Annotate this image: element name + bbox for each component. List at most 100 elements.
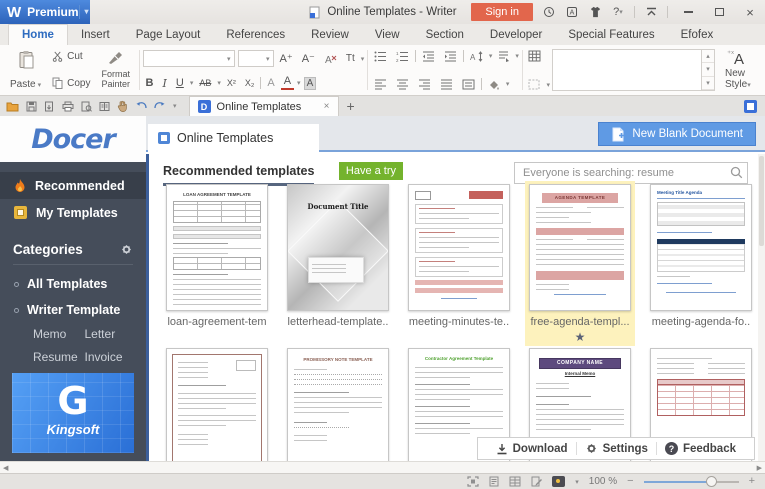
zoom-slider-handle[interactable] [706, 476, 717, 487]
print-icon[interactable] [62, 101, 74, 112]
section-tab-recommended-templates[interactable]: Recommended templates [163, 164, 314, 186]
distribute-button[interactable] [459, 79, 478, 90]
help-icon[interactable]: ?▾ [611, 5, 625, 19]
template-card-letterhead[interactable]: Document Title letterhead-template.. [283, 184, 393, 346]
sidebar-item-my-templates[interactable]: My Templates [0, 199, 146, 226]
template-thumbnail[interactable] [166, 348, 268, 461]
decrease-indent-button[interactable] [419, 51, 438, 62]
template-card-free-agenda[interactable]: AGENDA TEMPLATE free-agenda-templ... ★ [525, 181, 635, 346]
cut-button[interactable]: Cut [49, 50, 93, 63]
template-thumbnail[interactable]: AGENDA TEMPLATE [529, 184, 631, 311]
maximize-button[interactable] [708, 4, 730, 20]
zoom-slider[interactable] [644, 481, 739, 483]
italic-button[interactable]: I [160, 77, 170, 90]
insert-table-button[interactable] [525, 50, 550, 62]
vertical-scrollbar[interactable] [758, 154, 765, 461]
minimize-button[interactable] [677, 4, 699, 20]
tab-review[interactable]: Review [298, 24, 362, 45]
new-style-button[interactable]: ⁺ˣA New Style▾ [717, 48, 761, 92]
numbered-list-button[interactable]: 12 [393, 51, 412, 62]
template-thumbnail[interactable]: Meeting Title Agenda [650, 184, 752, 311]
strikethrough-dropdown-icon[interactable]: ▾ [217, 79, 221, 87]
char-border-button[interactable]: A [264, 77, 277, 89]
template-card-promissory-note[interactable]: PROMISSORY NOTE TEMPLATE [283, 348, 393, 461]
read-mode-icon[interactable] [99, 101, 110, 112]
tab-insert[interactable]: Insert [68, 24, 123, 45]
new-tab-button[interactable]: + [339, 96, 363, 116]
font-name-combobox[interactable]: ▾ [143, 50, 235, 67]
tab-home[interactable]: Home [8, 24, 68, 45]
paste-dropdown-icon[interactable]: ▾ [38, 81, 42, 89]
multi-page-view-icon[interactable] [509, 476, 521, 487]
template-card-meeting-agenda[interactable]: Meeting Title Agenda meeting-agenda-fo.. [646, 184, 756, 346]
have-a-try-button[interactable]: Have a try [339, 162, 403, 180]
tab-references[interactable]: References [213, 24, 298, 45]
template-card-meeting-minutes[interactable]: meeting-minutes-te.. [404, 184, 514, 346]
increase-indent-button[interactable] [441, 51, 460, 62]
save-icon[interactable] [26, 101, 37, 112]
hand-tool-icon[interactable] [117, 100, 128, 112]
subcategory-memo[interactable]: Memo [33, 327, 85, 341]
premium-dropdown-icon[interactable]: ▾ [79, 5, 89, 19]
subcategory-resume[interactable]: Resume [33, 350, 85, 364]
paragraph-dropdown-icon[interactable]: ▾ [515, 52, 519, 60]
premium-menu-button[interactable]: W Premium ▾ [0, 0, 90, 24]
favorite-star-icon[interactable]: ★ [525, 330, 635, 344]
quick-access-dropdown-icon[interactable]: ▾ [173, 102, 177, 110]
shrink-font-button[interactable]: A⁻ [299, 52, 318, 65]
underline-dropdown-icon[interactable]: ▾ [190, 79, 194, 87]
edit-mode-icon[interactable] [531, 476, 542, 487]
help-dropdown-icon[interactable]: ▾ [619, 8, 623, 16]
new-style-dropdown-icon[interactable]: ▾ [747, 82, 751, 89]
template-thumbnail[interactable] [408, 184, 510, 311]
redo-icon[interactable] [154, 101, 166, 111]
gallery-expand-button[interactable]: ▾ [702, 77, 714, 90]
font-size-combobox[interactable]: ▾ [238, 50, 274, 67]
gallery-scroll-down-button[interactable]: ▾ [702, 63, 714, 76]
gear-icon[interactable] [120, 243, 133, 256]
bullet-list-button[interactable] [371, 51, 390, 62]
search-icon[interactable] [730, 166, 743, 179]
fit-page-icon[interactable] [467, 476, 479, 487]
online-templates-page-tab[interactable]: Online Templates [148, 124, 319, 152]
subcategory-invoice[interactable]: Invoice [85, 350, 137, 364]
collapse-ribbon-icon[interactable] [644, 5, 658, 19]
gallery-scroll-up-button[interactable]: ▴ [702, 50, 714, 63]
tab-efofex[interactable]: Efofex [668, 24, 727, 45]
font-color-button[interactable]: A [281, 76, 294, 90]
paste-button[interactable]: Paste▾ [4, 48, 47, 92]
tab-developer[interactable]: Developer [477, 24, 555, 45]
subscript-button[interactable]: X₂ [242, 78, 258, 88]
horizontal-scrollbar[interactable]: ◀ ▶ [0, 461, 765, 473]
zoom-in-button[interactable]: + [749, 476, 755, 487]
shading-button[interactable] [485, 79, 503, 90]
copy-button[interactable]: Copy [49, 76, 93, 90]
template-card-loan-agreement[interactable]: LOAN AGREEMENT TEMPLATE loan-agreement-t… [162, 184, 272, 346]
template-thumbnail[interactable]: PROMISSORY NOTE TEMPLATE [287, 348, 389, 461]
clear-format-button[interactable]: A [321, 53, 340, 65]
subcategory-letter[interactable]: Letter [85, 327, 137, 341]
docs-icon[interactable]: A [565, 5, 579, 19]
page-view-icon[interactable] [489, 476, 499, 487]
sidebar-item-recommended[interactable]: Recommended [0, 172, 146, 199]
highlight-button[interactable]: A [304, 77, 317, 90]
undo-icon[interactable] [135, 101, 147, 111]
tab-section[interactable]: Section [413, 24, 477, 45]
history-icon[interactable] [542, 5, 556, 19]
align-center-button[interactable] [393, 79, 412, 90]
scroll-left-icon[interactable]: ◀ [3, 464, 8, 472]
borders-button[interactable] [525, 79, 543, 90]
sidebar-item-all-templates[interactable]: All Templates [0, 277, 146, 291]
kingsoft-ad-banner[interactable]: G Kingsoft [12, 373, 134, 453]
task-pane-icon[interactable] [744, 100, 757, 113]
sidebar-item-writer-template[interactable]: Writer Template [0, 303, 146, 317]
justify-button[interactable] [437, 79, 456, 90]
strikethrough-button[interactable]: AB [196, 78, 214, 88]
view-options-dropdown-icon[interactable]: ▾ [575, 478, 579, 486]
grow-font-button[interactable]: A⁺ [277, 52, 296, 65]
bold-button[interactable]: B [143, 77, 157, 89]
tab-view[interactable]: View [362, 24, 413, 45]
change-case-button[interactable]: Tt [343, 53, 358, 64]
template-card-letter[interactable] [162, 348, 272, 461]
underline-button[interactable]: U [173, 77, 187, 89]
